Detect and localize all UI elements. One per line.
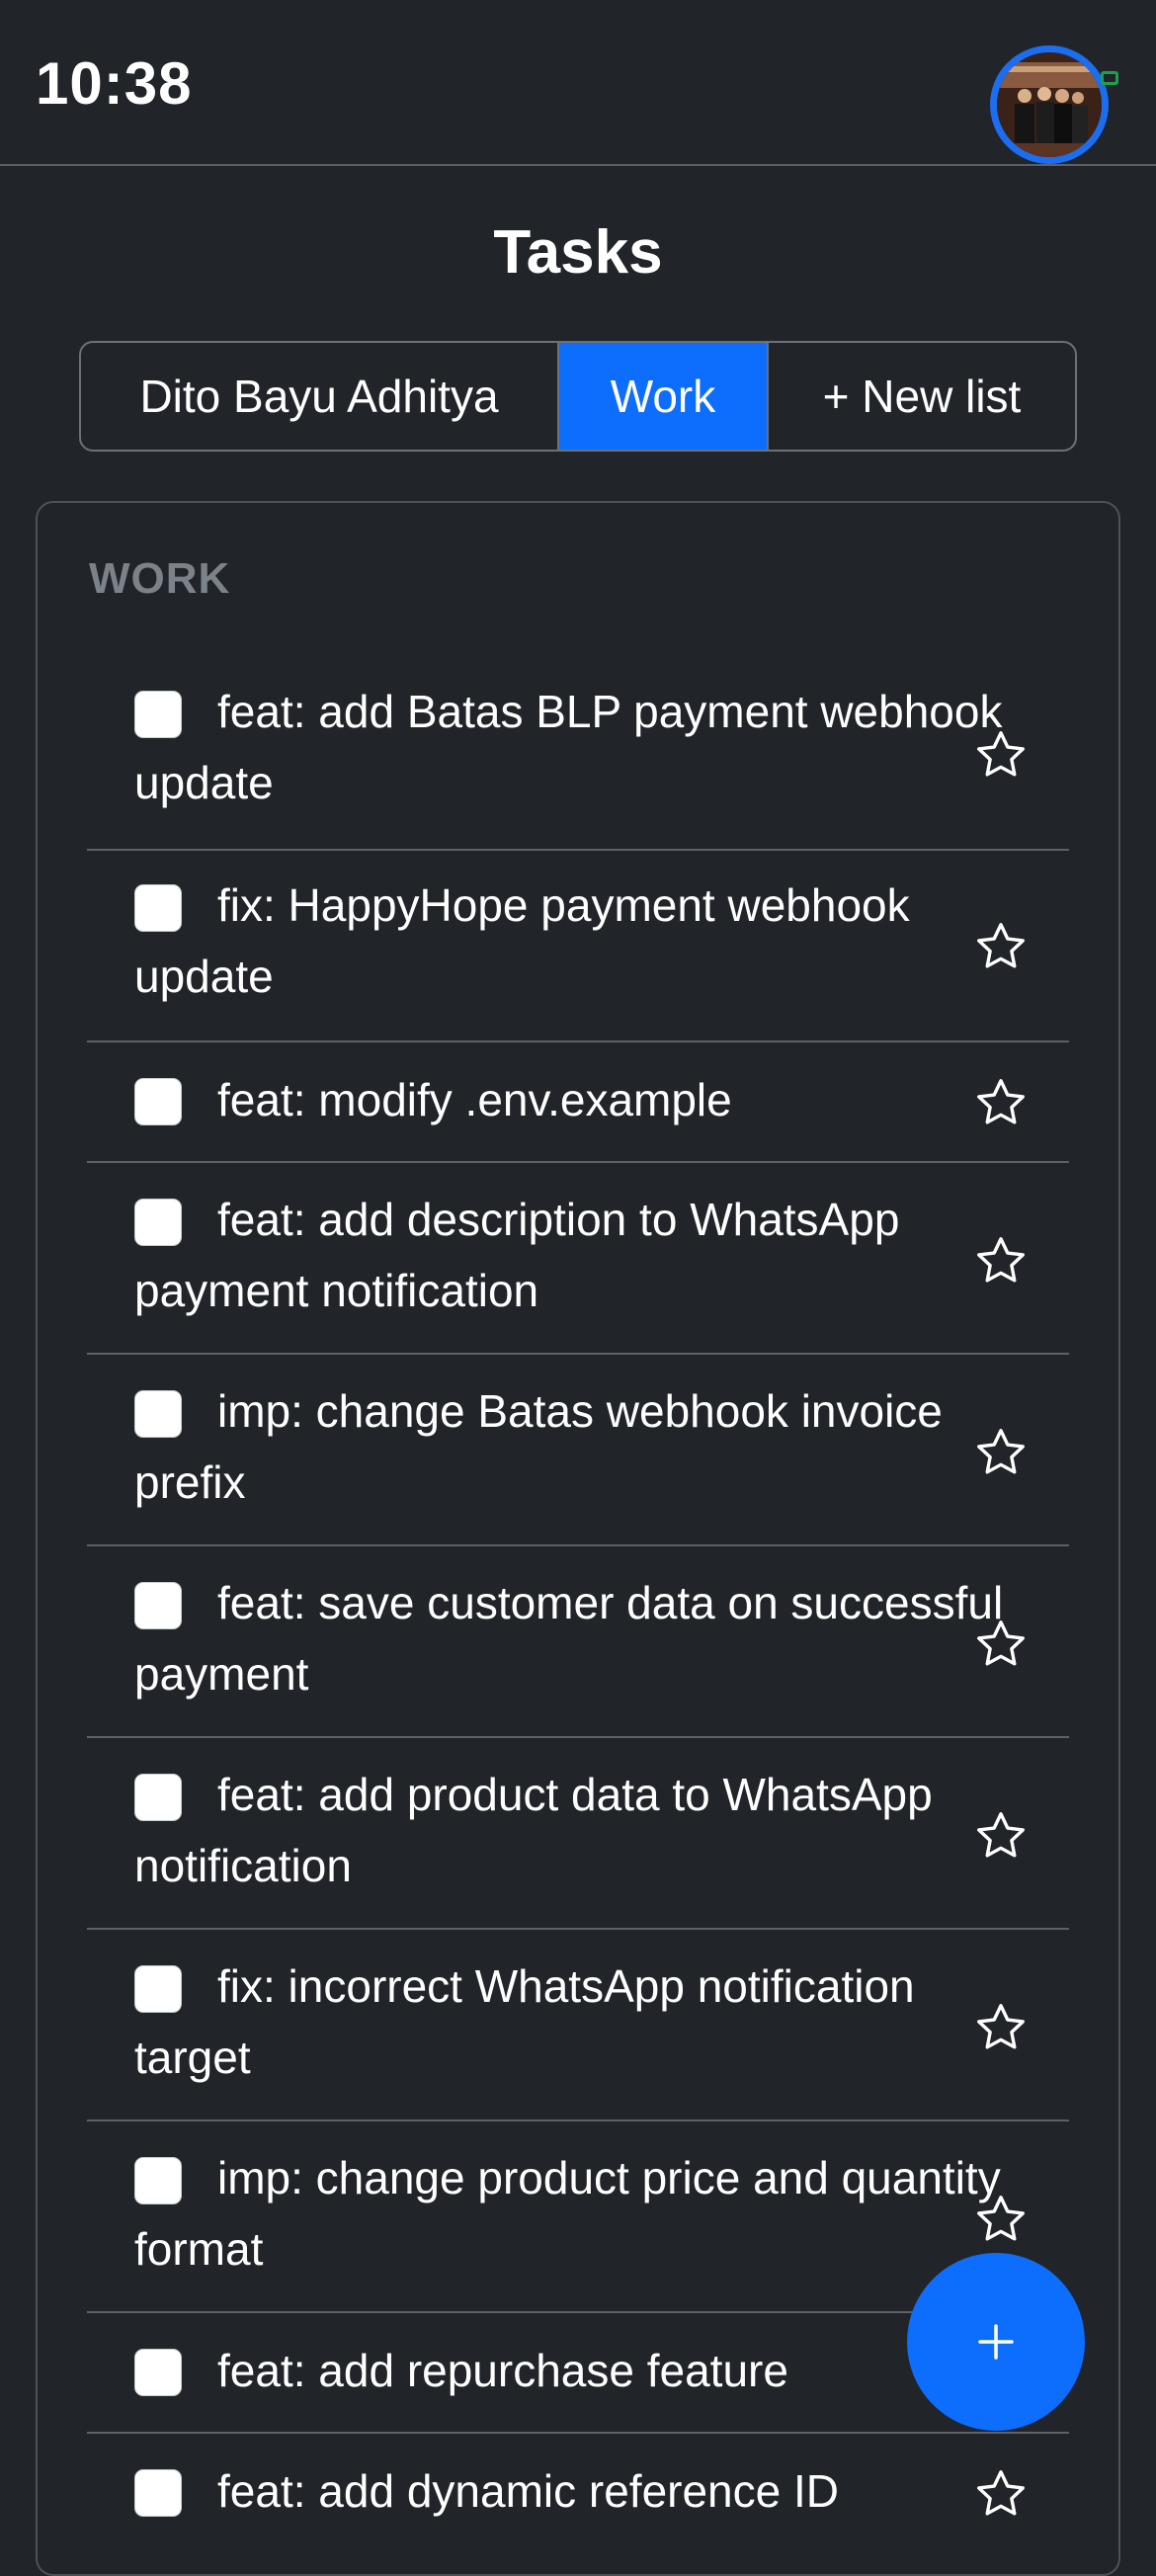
task-text: feat: add repurchase feature bbox=[217, 2345, 788, 2396]
task-text: fix: HappyHope payment webhook update bbox=[134, 879, 910, 1002]
tab-dito-bayu-adhitya[interactable]: Dito Bayu Adhitya bbox=[81, 343, 557, 450]
task-text: feat: modify .env.example bbox=[217, 1074, 732, 1125]
task-item: feat: add product data to WhatsApp notif… bbox=[87, 1738, 1069, 1930]
star-icon[interactable] bbox=[972, 1999, 1030, 2056]
task-item: feat: add Batas BLP payment webhook upda… bbox=[87, 659, 1069, 851]
task-item: fix: incorrect WhatsApp notification tar… bbox=[87, 1930, 1069, 2121]
plus-icon bbox=[978, 2324, 1014, 2360]
task-list: feat: add Batas BLP payment webhook upda… bbox=[87, 659, 1069, 2554]
tab-work[interactable]: Work bbox=[557, 343, 767, 450]
task-text: feat: add product data to WhatsApp notif… bbox=[134, 1769, 933, 1891]
star-icon[interactable] bbox=[972, 2465, 1030, 2523]
star-icon[interactable] bbox=[972, 918, 1030, 975]
star-icon[interactable] bbox=[972, 2191, 1030, 2248]
page-title: Tasks bbox=[493, 218, 663, 287]
task-text: feat: add Batas BLP payment webhook upda… bbox=[134, 686, 1003, 808]
task-item: feat: add dynamic reference ID bbox=[87, 2434, 1069, 2554]
top-bar: 10:38 bbox=[0, 0, 1156, 166]
task-text: feat: add dynamic reference ID bbox=[217, 2465, 839, 2517]
task-item: feat: modify .env.example bbox=[87, 1042, 1069, 1163]
star-icon[interactable] bbox=[972, 1807, 1030, 1865]
status-time: 10:38 bbox=[36, 50, 193, 117]
star-icon[interactable] bbox=[972, 1424, 1030, 1481]
task-item: feat: save customer data on successful p… bbox=[87, 1546, 1069, 1738]
avatar-image bbox=[990, 45, 1109, 164]
section-label: WORK bbox=[89, 554, 231, 603]
star-icon[interactable] bbox=[972, 1232, 1030, 1289]
new-list-button[interactable]: + New list bbox=[767, 343, 1075, 450]
star-icon[interactable] bbox=[972, 1616, 1030, 1673]
task-item: imp: change product price and quantity f… bbox=[87, 2121, 1069, 2313]
task-text: imp: change Batas webhook invoice prefix bbox=[134, 1385, 943, 1508]
task-text: imp: change product price and quantity f… bbox=[134, 2152, 1001, 2275]
task-text: feat: add description to WhatsApp paymen… bbox=[134, 1194, 900, 1316]
task-text: feat: save customer data on successful p… bbox=[134, 1577, 1004, 1700]
task-item: imp: change Batas webhook invoice prefix bbox=[87, 1355, 1069, 1546]
task-item: feat: add description to WhatsApp paymen… bbox=[87, 1163, 1069, 1355]
star-icon[interactable] bbox=[972, 1074, 1030, 1131]
battery-icon bbox=[1101, 71, 1118, 85]
avatar[interactable] bbox=[990, 45, 1118, 164]
task-text: fix: incorrect WhatsApp notification tar… bbox=[134, 1960, 915, 2083]
list-tabs: Dito Bayu Adhitya Work + New list bbox=[79, 341, 1077, 452]
add-task-button[interactable] bbox=[907, 2253, 1085, 2431]
task-item: fix: HappyHope payment webhook update bbox=[87, 851, 1069, 1042]
star-icon[interactable] bbox=[972, 726, 1030, 784]
